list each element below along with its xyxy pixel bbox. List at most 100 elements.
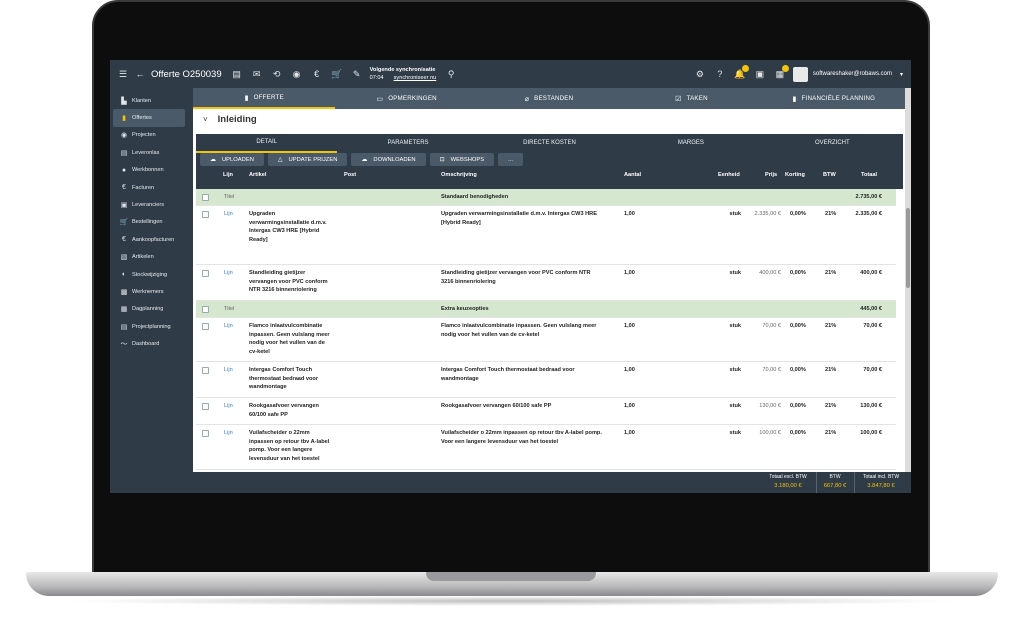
cart-icon: 🛒 [119,219,129,227]
row-eenheid: stuk [729,323,741,329]
table-row[interactable]: Lijn Intergas Comfort Touch thermostaat be… [196,362,896,398]
sidebar-item-label: Projecten [132,132,156,139]
row-checkbox[interactable] [202,323,209,330]
basket-icon: ⊡ [439,157,445,163]
row-eenheid: stuk [729,367,741,373]
hamburger-menu-icon[interactable]: ☰ [116,67,130,81]
tab-taken[interactable]: ☑ TAKEN [620,88,762,109]
row-type-link[interactable]: Lijn [224,430,233,436]
row-type-link[interactable]: Lijn [224,270,233,276]
stock-icon: ◐ [121,271,127,279]
section-header[interactable]: ˅ Inleiding [193,109,905,129]
row-artikel: NTR 3216 binnenriolering [249,287,317,294]
title-row[interactable]: Titel Standaard benodigheden 2.735,00 € [196,189,896,206]
subtab-parameters[interactable]: PARAMETERS [337,134,478,152]
table-row[interactable]: Lijn Vuilafscheider ο 22mm inpassen op ret… [196,425,896,470]
table-row[interactable]: Lijn Rookgasafvoer vervangen 60/100 safe P… [196,398,896,425]
sidebar-item-label: Aankoopfacturen [132,236,175,243]
sidebar-item-artikelen[interactable]: ▧ Artikelen [110,249,187,266]
cart-icon[interactable]: 🛒 [330,67,344,81]
clipboard-icon[interactable]: ▣ [753,67,767,81]
table-row[interactable]: Lijn Standleiding gietijzer vervangen voor… [196,265,896,301]
update-prices-button[interactable]: △ UPDATE PRIJZEN [267,153,348,166]
download-button[interactable]: ☁ DOWNLOADEN [351,153,426,166]
section-title: Inleiding [217,113,257,125]
row-btw: 21% [825,323,837,329]
scrollbar-thumb[interactable] [906,208,910,288]
row-checkbox[interactable] [202,430,209,437]
tab-financiele-planning[interactable]: ▮ FINANCIËLE PLANNING [763,88,905,109]
col-lijn: Lijn [223,172,233,178]
search-icon[interactable]: ⚲ [444,67,458,81]
title-row[interactable]: Titel Extra keuzeopties 445,00 € [196,301,896,318]
chevron-down-icon[interactable]: ˅ [203,115,208,124]
table-body: Titel Standaard benodigheden 2.735,00 € Lij… [196,189,896,472]
tab-label: BESTANDEN [534,95,574,102]
sidebar-item-leveranciers[interactable]: ▣ Leveranciers [110,196,187,213]
row-checkbox[interactable] [202,403,209,410]
table-header: Lijn Artikel Post Omschrijving Aantal Ee… [196,169,903,182]
col-btw: BTW [823,172,836,178]
subtab-overzicht[interactable]: OVERZICHT [762,134,903,152]
inbox-icon[interactable]: ▦ [773,65,789,81]
sidebar-item-stockwijziging[interactable]: ◐ Stockwijziging [110,266,187,283]
row-type-link[interactable]: Lijn [224,403,233,409]
tab-bestanden[interactable]: ⌀ BESTANDEN [478,88,620,109]
row-artikel: Standleiding gietijzer [249,270,306,276]
pencil-icon[interactable]: ✎ [350,67,364,81]
sidebar-item-leveronlas[interactable]: ▤ Leveronlas [110,144,187,161]
row-omschrijving: nodig voor het vullen van de cv-ketel [441,331,540,338]
document-icon: ▮ [792,95,797,103]
row-checkbox[interactable] [202,270,209,277]
col-omschrijving: Omschrijving [441,172,477,178]
row-checkbox[interactable] [202,367,209,374]
sidebar-item-projectplanning[interactable]: ▤ Projectplanning [110,318,187,335]
table-row[interactable]: Lijn Upgraden verwarmingsinstallatie d.m.v… [196,206,896,265]
sync-now-link[interactable]: synchroniseer nu [394,75,437,81]
col-korting: Korting [785,172,805,178]
row-checkbox[interactable] [202,194,209,201]
scrollbar[interactable] [905,88,911,472]
row-type-link[interactable]: Titel [224,194,234,200]
row-type-link[interactable]: Lijn [224,323,233,329]
sidebar-item-werkbonnen[interactable]: ● Werkbonnen [110,162,187,179]
sidebar-item-werknemers[interactable]: ▩ Werknemers [110,283,187,300]
more-button[interactable]: ... [498,153,523,166]
sidebar-item-projecten[interactable]: ◉ Projecten [110,127,187,144]
newspaper-icon[interactable]: ▤ [230,67,244,81]
row-type-link[interactable]: Lijn [224,367,233,373]
row-type-link[interactable]: Lijn [224,211,233,217]
sidebar-item-dashboard[interactable]: 〜 Dashboard [110,335,187,352]
sidebar-item-bestellingen[interactable]: 🛒 Bestellingen [110,214,187,231]
mail-icon[interactable]: ✉ [250,67,264,81]
subtab-directe-kosten[interactable]: DIRECTE KOSTEN [479,134,620,152]
help-icon[interactable]: ? [713,67,727,81]
sidebar-item-aankoopfacturen[interactable]: € Aankoopfacturen [110,231,187,248]
euro-icon[interactable]: € [310,67,324,81]
sidebar-item-klanten[interactable]: ▙ Klanten [110,92,187,109]
subtab-marges[interactable]: MARGES [620,134,761,152]
bell-icon[interactable]: 🔔 [733,65,749,81]
tab-offerte[interactable]: ▮ OFFERTE [193,88,336,109]
sidebar-item-dagplanning[interactable]: ▦ Dagplanning [110,301,187,318]
target-icon[interactable]: ◉ [290,67,304,81]
row-type-link[interactable]: Titel [224,306,234,312]
comment-icon: ▭ [376,95,384,103]
back-arrow-icon[interactable]: ← [133,67,147,81]
sidebar-item-offertes[interactable]: ▮ Offertes [113,109,185,127]
sidebar-item-facturen[interactable]: € Facturen [110,179,187,196]
tab-opmerkingen[interactable]: ▭ OPMERKINGEN [335,88,477,109]
history-icon[interactable]: ⟲ [270,67,284,81]
row-totaal: 400,00 € [860,270,882,276]
tab-label: FINANCIËLE PLANNING [801,95,876,102]
user-menu[interactable]: softwareshaker@robaws.com ▾ [792,66,911,82]
row-korting: 0,00% [790,367,806,373]
row-checkbox[interactable] [202,211,209,218]
webshops-button[interactable]: ⊡ WEBSHOPS [429,153,495,166]
upload-button[interactable]: ☁ UPLOADEN [200,153,264,166]
table-row[interactable]: Lijn Flamco inlaatvulcombinatie inpassen. … [196,318,896,362]
row-checkbox[interactable] [202,306,209,313]
gear-icon[interactable]: ⚙ [693,67,707,81]
subtab-detail[interactable]: DETAIL [196,133,338,153]
row-artikel: Ready] [249,236,268,243]
